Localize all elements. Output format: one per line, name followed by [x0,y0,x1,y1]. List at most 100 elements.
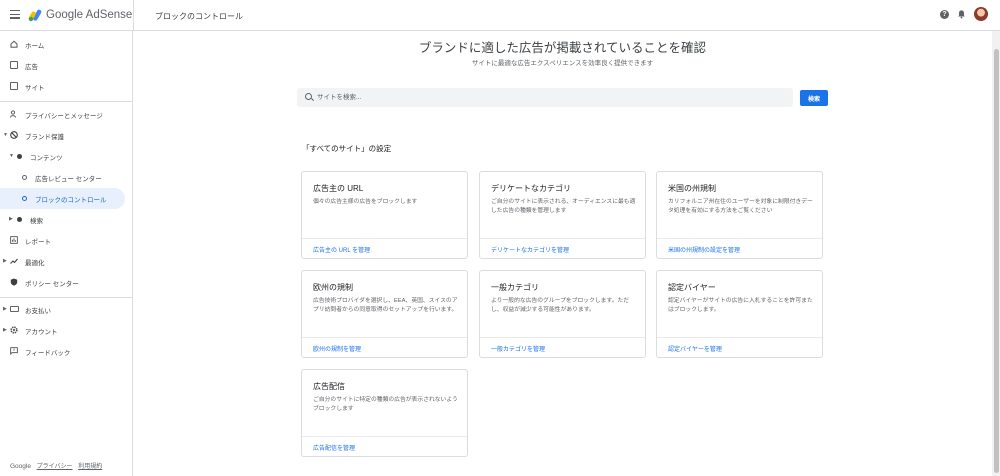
section-title: 「すべてのサイト」の設定 [302,144,392,153]
card-divider [302,337,467,338]
page-scrollbar[interactable] [992,31,1000,476]
adsense-logo-icon [28,9,42,22]
home-icon [10,40,18,48]
privacy-icon [10,110,16,118]
card-sensitive-categories: デリケートなカテゴリ ご自分のサイトに表示される、オーディエンスに最も適した広告… [479,171,646,259]
sidebar-item-ad-review-center[interactable]: 広告レビュー センター [0,167,125,188]
sidebar-item-label: 広告 [25,63,38,71]
sidebar-item-privacy[interactable]: プライバシーとメッセージ [0,104,125,125]
card-manage-link[interactable]: 欧州の規制を管理 [313,344,361,353]
sidebar-item-brand-safety[interactable]: ▼ ブランド保護 [0,125,125,146]
sidebar-item-label: アカウント [25,328,58,336]
sidebar-item-payments[interactable]: ▶ お支払い [0,299,125,320]
card-european-regulations: 欧州の規制 広告技術プロバイダを選択し、EEA、英国、スイスのアプリ訪問者からの… [301,270,468,358]
sidebar-item-search[interactable]: ▶ 検索 [0,209,125,230]
google-footer-logo: Google [10,463,31,470]
caret-right-icon: ▶ [3,306,7,312]
card-divider [302,436,467,437]
ring-icon [22,175,27,180]
card-manage-link[interactable]: 一般カテゴリを管理 [491,344,545,353]
hamburger-menu-icon[interactable] [10,10,20,20]
main-heading: ブランドに適した広告が掲載されていることを確認 [418,41,707,55]
sidebar-item-label: 最適化 [25,259,45,267]
payments-icon [10,306,19,312]
card-general-categories: 一般カテゴリ より一般的な広告のグループをブロックします。ただし、収益が減少する… [479,270,646,358]
brand-name[interactable]: Google AdSense [46,9,132,21]
card-description: ご自分のサイトに特定の種類の広告が表示されないようブロックします [313,397,458,412]
sidebar-item-home[interactable]: ホーム [0,34,125,55]
gear-icon [10,326,18,334]
top-app-bar: Google AdSense ブロックのコントロール ? [0,0,1000,31]
sidebar-item-label: サイト [25,84,45,92]
card-us-state-regulations: 米国の州規制 カリフォルニア州在住のユーザーを対象に制限付きデータ処理を有効にす… [656,171,823,259]
sidebar-item-label: 広告レビュー センター [35,175,102,183]
card-authorized-buyers: 認定バイヤー 認定バイヤーがサイトの広告に入札することを許可またはブロックします… [656,270,823,358]
card-description: ご自分のサイトに表示される、オーディエンスに最も適した広告の種類を管理します [491,199,636,214]
sidebar-item-label: フィードバック [25,349,71,357]
caret-down-icon: ▼ [9,153,14,159]
sidebar-item-feedback[interactable]: フィードバック [0,341,125,362]
sidebar-item-reports[interactable]: レポート [0,230,125,251]
card-divider [657,238,822,239]
sidebar-item-content[interactable]: ▼ コンテンツ [0,146,125,167]
caret-right-icon: ▶ [3,258,7,264]
card-manage-link[interactable]: 広告配信を管理 [313,443,355,452]
card-ad-serving: 広告配信 ご自分のサイトに特定の種類の広告が表示されないようブロックします 広告… [301,369,468,457]
reports-icon [10,236,18,244]
privacy-link[interactable]: プライバシー [37,464,73,470]
ring-icon [22,196,27,201]
card-title: 一般カテゴリ [491,283,539,292]
card-divider [657,337,822,338]
search-button[interactable]: 検索 [800,90,828,106]
help-icon[interactable]: ? [940,9,949,19]
sidebar-divider [0,297,133,298]
sidebar-item-label: プライバシーとメッセージ [25,112,103,120]
card-description: 認定バイヤーがサイトの広告に入札することを許可またはブロックします。 [668,298,813,313]
card-title: デリケートなカテゴリ [491,184,571,193]
site-search-box[interactable] [297,88,793,107]
sidebar-item-label: コンテンツ [30,154,63,162]
card-manage-link[interactable]: 認定バイヤーを管理 [668,344,722,353]
terms-link[interactable]: 利用規約 [78,464,102,470]
sidebar-item-label: レポート [25,238,51,246]
card-description: 広告技術プロバイダを選択し、EEA、英国、スイスのアプリ訪問者からの同意取得のセ… [313,298,458,313]
card-manage-link[interactable]: 米国の州規制の設定を管理 [668,245,740,254]
page-title: ブロックのコントロール [155,12,243,21]
card-title: 広告配信 [313,382,345,391]
dot-icon [17,154,22,159]
sites-icon [10,82,18,90]
site-search-input[interactable] [317,88,777,107]
sidebar-item-label: ブロックのコントロール [35,196,107,204]
search-icon [305,93,312,100]
topbar-divider [133,0,134,31]
sidebar-item-label: お支払い [25,307,51,315]
sidebar-footer: Google プライバシー 利用規約 [10,461,106,470]
card-manage-link[interactable]: 広告主の URL を管理 [313,245,370,254]
feedback-icon [10,347,18,355]
ads-icon [10,61,18,69]
sidebar-item-blocking-controls[interactable]: ブロックのコントロール [0,188,125,209]
sidebar-divider [0,101,133,102]
sidebar-item-sites[interactable]: サイト [0,76,125,97]
account-avatar[interactable] [974,7,988,21]
sidebar-item-policy-center[interactable]: ポリシー センター [0,272,125,293]
card-divider [302,238,467,239]
card-title: 欧州の規制 [313,283,353,292]
sidebar-item-label: ブランド保護 [25,133,64,141]
sidebar-item-account[interactable]: ▶ アカウント [0,320,125,341]
card-manage-link[interactable]: デリケートなカテゴリを管理 [491,245,569,254]
main-subheading: サイトに最適な広告エクスペリエンスを効率良く提供できます [471,60,654,67]
notification-bell-icon[interactable] [957,9,966,19]
top-icons: ? [940,7,988,21]
card-description: 個々の広告主様の広告をブロックします [313,199,418,205]
caret-down-icon: ▼ [3,132,8,138]
caret-right-icon: ▶ [3,327,7,333]
scrollbar-thumb[interactable] [993,49,999,473]
sidebar-item-optimization[interactable]: ▶ 最適化 [0,251,125,272]
policy-shield-icon [10,278,18,286]
sidebar-nav: ホーム 広告 サイト プライバシーとメッセージ ▼ ブランド保護 ▼ コンテンツ… [0,31,133,476]
card-advertiser-urls: 広告主の URL 個々の広告主様の広告をブロックします 広告主の URL を管理 [301,171,468,259]
card-title: 米国の州規制 [668,184,716,193]
card-title: 認定バイヤー [668,283,716,292]
sidebar-item-ads[interactable]: 広告 [0,55,125,76]
